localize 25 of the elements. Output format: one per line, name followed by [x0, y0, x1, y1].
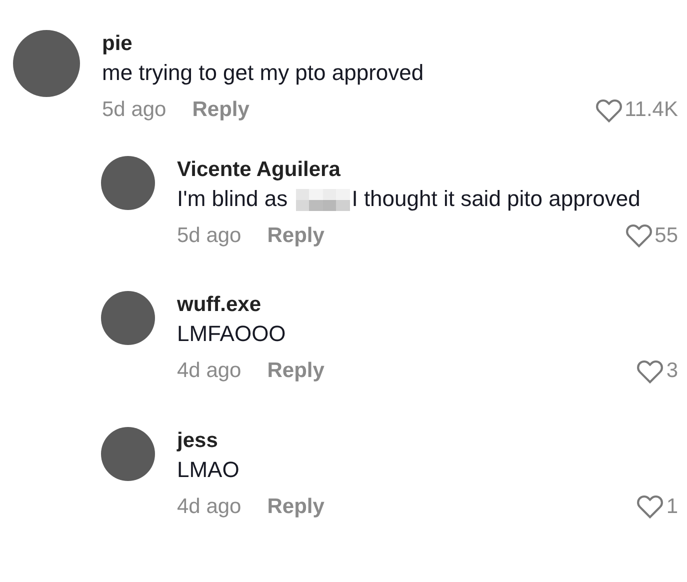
like-count: 55: [654, 222, 678, 248]
like-count: 11.4K: [624, 97, 678, 123]
heart-icon[interactable]: [624, 222, 653, 248]
username[interactable]: pie: [102, 30, 678, 58]
pixelated-censor-block: [296, 188, 350, 211]
avatar[interactable]: [101, 426, 155, 480]
comment-text: LMFAOOO: [177, 321, 286, 346]
like-count: 3: [666, 358, 678, 384]
avatar[interactable]: [101, 291, 155, 345]
username[interactable]: wuff.exe: [177, 291, 678, 319]
timestamp: 4d ago: [177, 494, 242, 520]
timestamp: 5d ago: [177, 222, 242, 248]
heart-icon[interactable]: [636, 358, 664, 384]
heart-icon[interactable]: [636, 493, 664, 520]
avatar[interactable]: [101, 156, 155, 210]
username[interactable]: jess: [177, 426, 678, 454]
comment-text: me trying to get my pto approved: [102, 60, 424, 85]
username[interactable]: Vicente Aguilera: [177, 156, 678, 184]
heart-icon[interactable]: [594, 96, 623, 123]
comment-text: LMAO: [177, 456, 240, 482]
like-count: 1: [666, 494, 678, 520]
comment-text: I'm blind as: [177, 186, 288, 210]
timestamp: 5d ago: [102, 97, 166, 123]
timestamp: 4d ago: [177, 358, 242, 384]
comment-text: I thought it said pito approved: [352, 186, 640, 210]
